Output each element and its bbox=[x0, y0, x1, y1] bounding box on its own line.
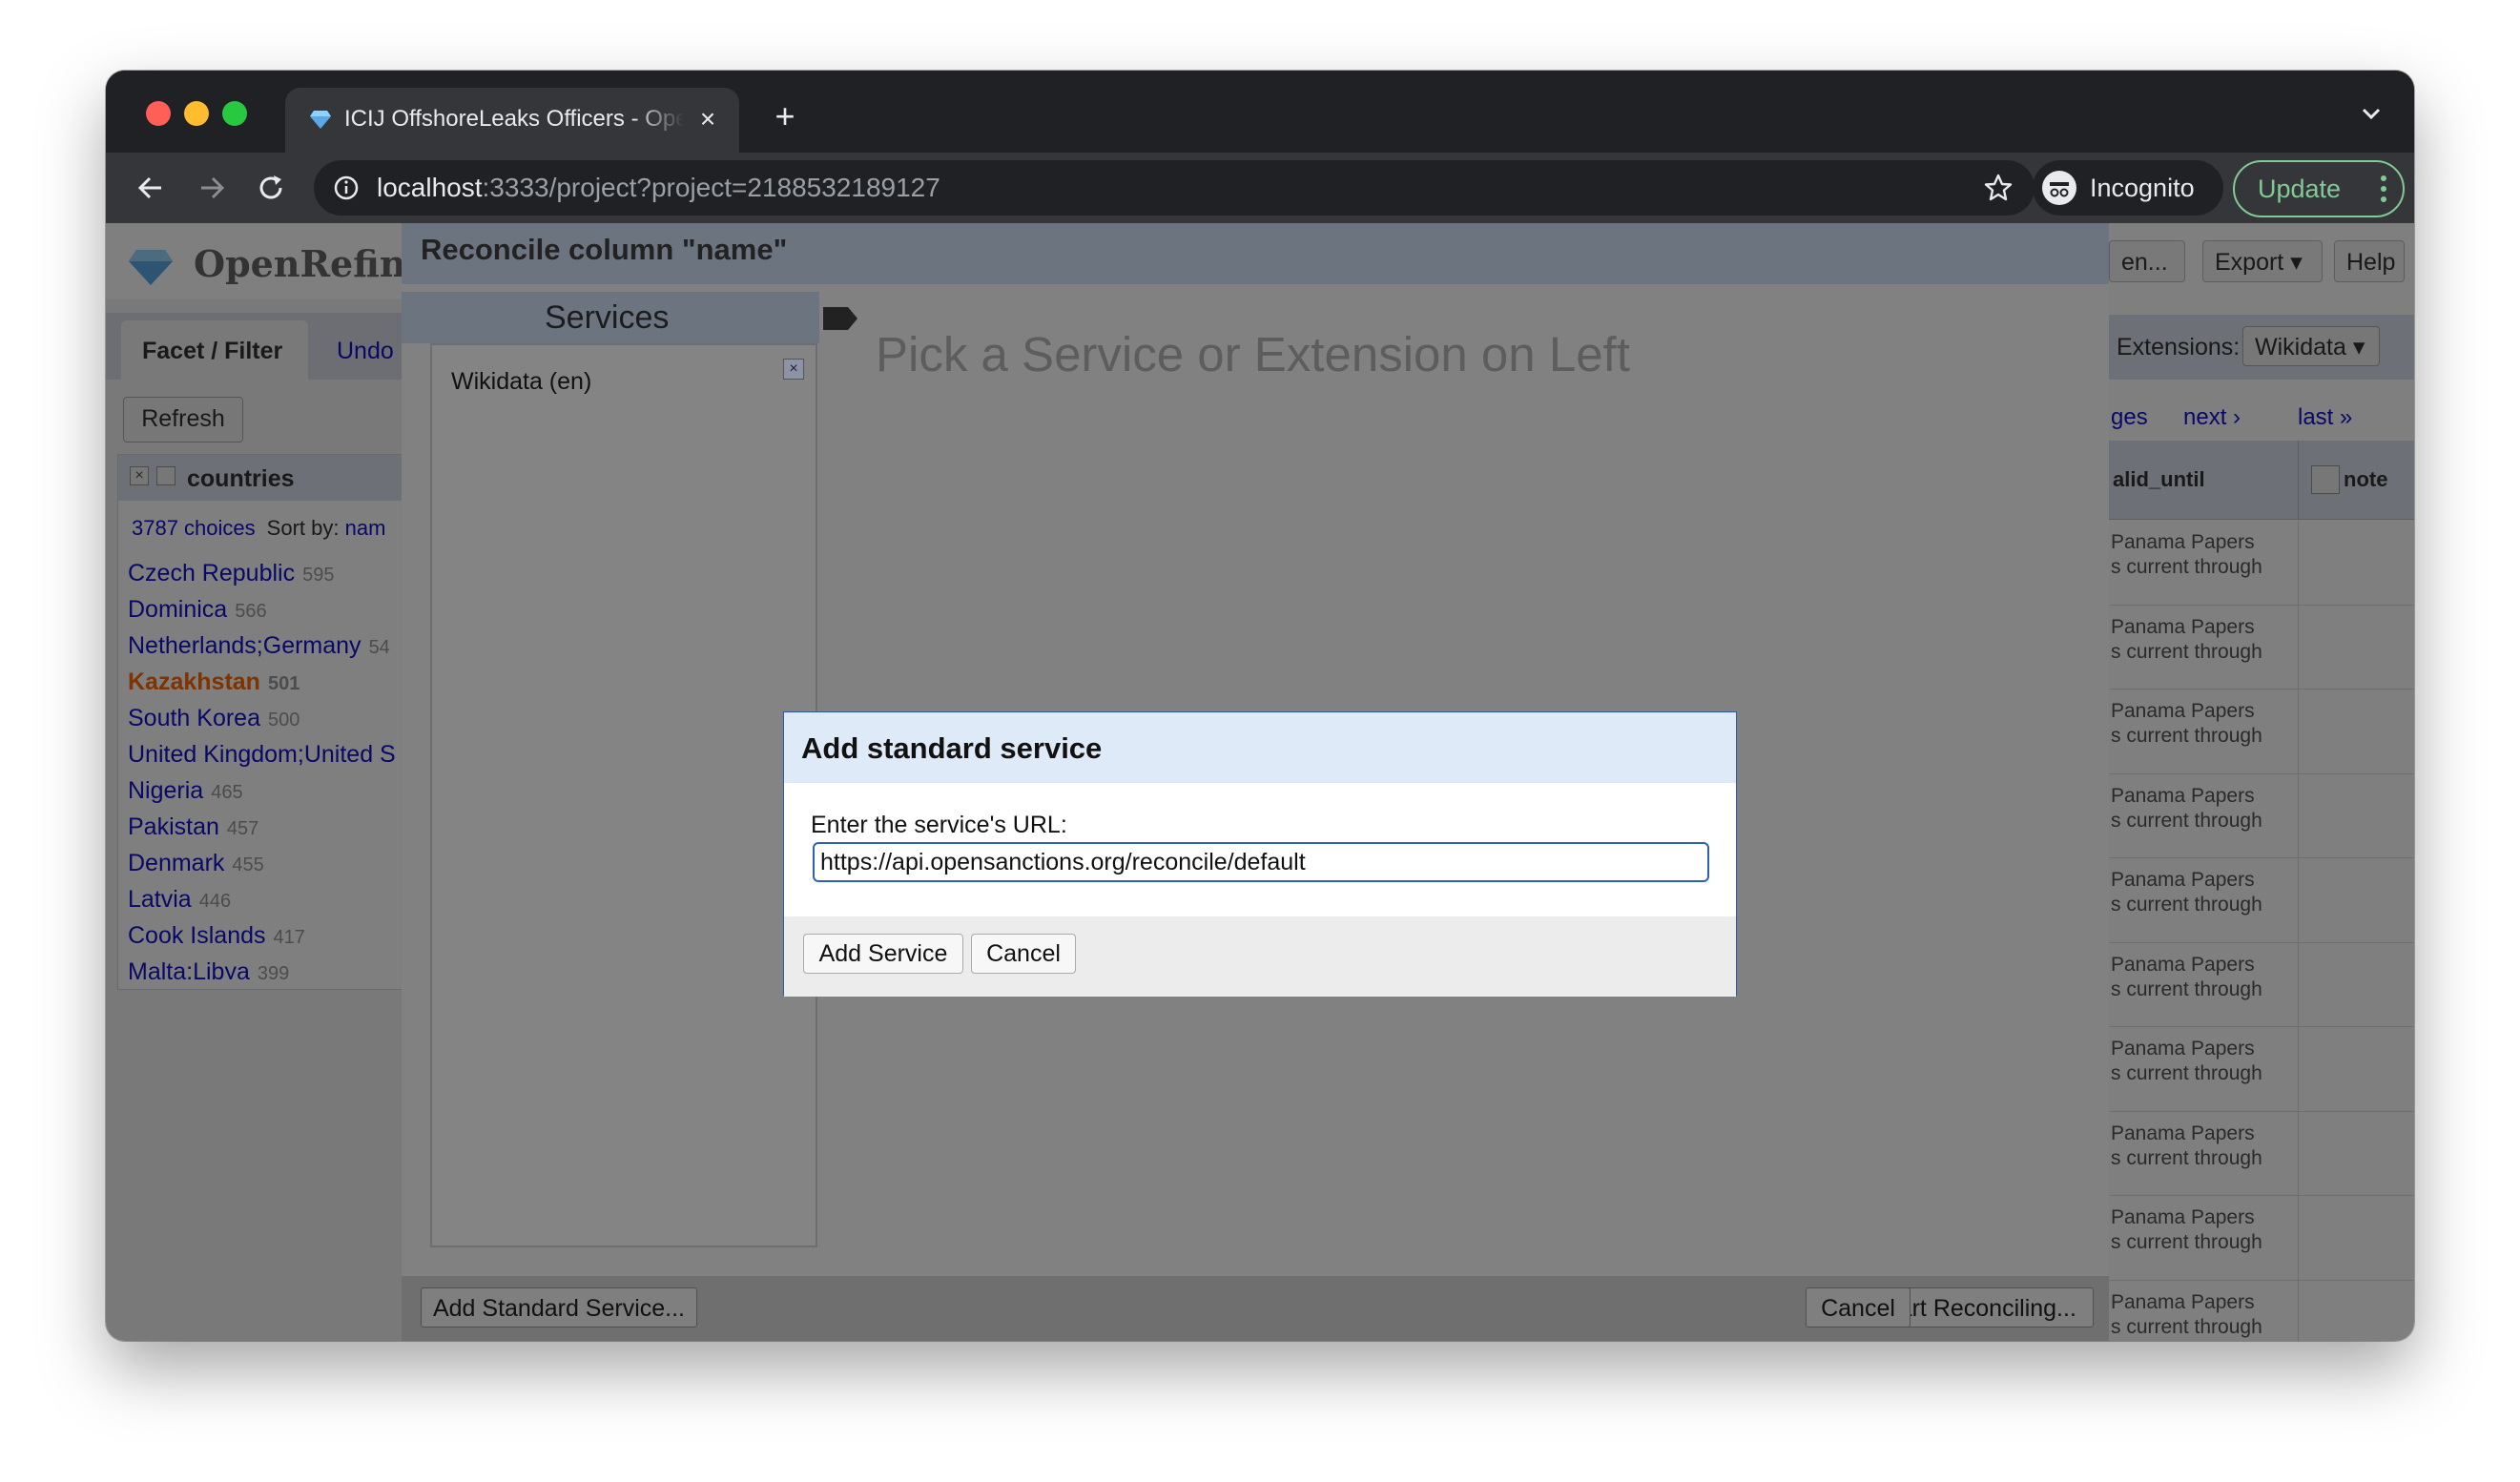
tab-close-icon[interactable]: × bbox=[690, 101, 726, 137]
minimize-window-button[interactable] bbox=[184, 101, 209, 126]
tab-title: ICIJ OffshoreLeaks Officers - OpenRefine bbox=[344, 106, 684, 132]
add-standard-service-button[interactable]: Add Standard Service... bbox=[421, 1287, 697, 1328]
reconcile-cancel-button[interactable]: Cancel bbox=[1806, 1287, 1911, 1328]
incognito-indicator[interactable]: Incognito bbox=[2033, 160, 2223, 216]
browser-window: ICIJ OffshoreLeaks Officers - OpenRefine… bbox=[106, 71, 2414, 1341]
pick-service-hint: Pick a Service or Extension on Left bbox=[876, 327, 1630, 381]
browser-tab[interactable]: ICIJ OffshoreLeaks Officers - OpenRefine… bbox=[285, 88, 739, 153]
back-arrow-icon[interactable] bbox=[131, 168, 171, 208]
new-tab-icon[interactable]: + bbox=[764, 95, 806, 137]
update-label: Update bbox=[2258, 175, 2342, 203]
openrefine-favicon-icon bbox=[310, 111, 331, 129]
services-list: Wikidata (en) × bbox=[430, 343, 817, 1247]
services-tag-icon bbox=[823, 307, 857, 330]
reconcile-title: Reconcile column "name" bbox=[421, 233, 788, 266]
service-item-wikidata[interactable]: Wikidata (en) bbox=[451, 368, 591, 396]
services-heading: Services bbox=[402, 292, 819, 343]
openrefine-page: OpenRefine en... Export ▾ Help Facet / F… bbox=[106, 223, 2414, 1341]
address-bar[interactable]: localhost:3333/project?project=218853218… bbox=[314, 160, 2035, 216]
add-service-button[interactable]: Add Service bbox=[803, 934, 963, 974]
dialog-footer: Add Service Cancel bbox=[784, 916, 1736, 997]
more-vert-icon[interactable] bbox=[2380, 174, 2387, 204]
service-url-input[interactable] bbox=[813, 842, 1709, 882]
remove-service-icon[interactable]: × bbox=[783, 359, 804, 380]
update-button[interactable]: Update bbox=[2233, 160, 2405, 217]
dialog-cancel-button[interactable]: Cancel bbox=[971, 934, 1076, 974]
tab-search-chevron-icon[interactable] bbox=[2357, 99, 2386, 128]
browser-toolbar: localhost:3333/project?project=218853218… bbox=[106, 153, 2414, 223]
zoom-window-button[interactable] bbox=[222, 101, 247, 126]
reload-icon[interactable] bbox=[251, 168, 291, 208]
close-window-button[interactable] bbox=[146, 101, 171, 126]
reconcile-title-bar: Reconcile column "name" bbox=[402, 223, 2109, 284]
incognito-label: Incognito bbox=[2090, 174, 2195, 202]
tab-strip: ICIJ OffshoreLeaks Officers - OpenRefine… bbox=[106, 71, 2414, 153]
add-standard-service-dialog: Add standard service Enter the service's… bbox=[783, 711, 1737, 997]
incognito-icon bbox=[2042, 171, 2076, 205]
forward-arrow-icon[interactable] bbox=[192, 168, 232, 208]
dialog-header: Add standard service bbox=[784, 712, 1736, 783]
bookmark-star-icon[interactable] bbox=[1983, 173, 2014, 203]
dialog-title: Add standard service bbox=[801, 731, 1103, 765]
service-url-label: Enter the service's URL: bbox=[811, 812, 1067, 838]
site-info-icon[interactable] bbox=[333, 175, 360, 201]
url-text: localhost:3333/project?project=218853218… bbox=[377, 173, 940, 202]
